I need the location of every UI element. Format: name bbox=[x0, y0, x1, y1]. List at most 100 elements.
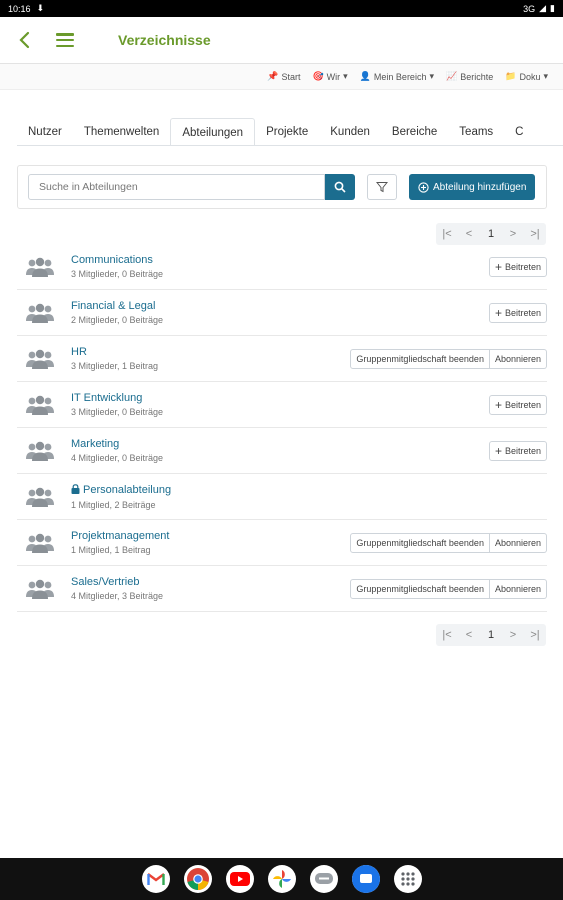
search-panel: Suche in Abteilungen Abteilung hinzufüge… bbox=[17, 165, 547, 209]
join-button[interactable]: + Beitreten bbox=[488, 394, 547, 415]
join-button[interactable]: + Beitreten bbox=[488, 256, 547, 277]
topnav-item[interactable]: 📌 Start bbox=[267, 71, 300, 82]
notification-icon: ⬇ bbox=[36, 3, 45, 13]
department-name: Projektmanagement bbox=[71, 530, 170, 542]
subscribe-button[interactable]: Abonnieren bbox=[489, 532, 547, 553]
plus-icon: + bbox=[494, 259, 502, 274]
department-link[interactable]: Personalabteilung bbox=[71, 483, 171, 497]
last-page-button[interactable]: >| bbox=[524, 223, 546, 245]
group-icon bbox=[25, 394, 55, 416]
page-title: Verzeichnisse bbox=[118, 32, 211, 48]
list-item: HR 3 Mitglieder, 1 Beitrag Gruppenmitglied… bbox=[17, 336, 547, 382]
next-page-button[interactable]: > bbox=[502, 223, 524, 245]
topnav-item[interactable]: 📈 Berichte bbox=[446, 71, 493, 82]
tab-bereiche[interactable]: Bereiche bbox=[381, 118, 448, 145]
department-meta: 2 Mitglieder, 0 Beiträge bbox=[71, 315, 164, 325]
clock: 10:16 bbox=[8, 3, 31, 14]
current-page[interactable]: 1 bbox=[480, 624, 502, 646]
join-button[interactable]: + Beitreten bbox=[488, 302, 547, 323]
chat-icon[interactable] bbox=[351, 865, 380, 893]
youtube-icon[interactable] bbox=[225, 865, 254, 893]
department-info: Personalabteilung 1 Mitglied, 2 Beiträge bbox=[71, 483, 171, 510]
hamburger-menu-icon[interactable] bbox=[56, 33, 74, 47]
department-link[interactable]: HR bbox=[71, 346, 158, 358]
leave-group-button[interactable]: Gruppenmitgliedschaft beenden bbox=[350, 578, 490, 599]
department-meta: 3 Mitglieder, 0 Beiträge bbox=[71, 407, 164, 417]
plus-circle-icon bbox=[418, 181, 429, 193]
department-name: Communications bbox=[71, 254, 153, 266]
signal-icon: ◢ bbox=[539, 3, 547, 13]
department-name: Financial & Legal bbox=[71, 300, 156, 312]
prev-page-button[interactable]: < bbox=[458, 624, 480, 646]
department-link[interactable]: Communications bbox=[71, 254, 163, 266]
search-input[interactable]: Suche in Abteilungen bbox=[28, 174, 325, 200]
group-icon bbox=[25, 302, 55, 324]
group-icon bbox=[25, 532, 55, 554]
department-info: HR 3 Mitglieder, 1 Beitrag bbox=[71, 346, 158, 371]
tab-projekte[interactable]: Projekte bbox=[255, 118, 319, 145]
department-link[interactable]: IT Entwicklung bbox=[71, 392, 163, 404]
department-meta: 3 Mitglieder, 0 Beiträge bbox=[71, 269, 164, 279]
department-info: Marketing 4 Mitglieder, 0 Beiträge bbox=[71, 438, 163, 463]
gmail-icon[interactable] bbox=[141, 865, 170, 893]
search-icon bbox=[334, 181, 346, 193]
tab-c[interactable]: C bbox=[504, 118, 534, 145]
department-link[interactable]: Projektmanagement bbox=[71, 530, 169, 542]
tab-kunden[interactable]: Kunden bbox=[319, 118, 381, 145]
department-list: Communications 3 Mitglieder, 0 Beiträge + B… bbox=[17, 244, 547, 612]
apps-icon[interactable] bbox=[393, 865, 422, 893]
list-item: Financial & Legal 2 Mitglieder, 0 Beiträg… bbox=[17, 290, 547, 336]
department-name: Marketing bbox=[71, 438, 120, 450]
list-item: IT Entwicklung 3 Mitglieder, 0 Beiträge + B… bbox=[17, 382, 547, 428]
row-actions: Gruppenmitgliedschaft beenden Abonnieren bbox=[350, 532, 547, 553]
last-page-button[interactable]: >| bbox=[524, 624, 546, 646]
join-button[interactable]: + Beitreten bbox=[488, 440, 547, 461]
leave-group-button[interactable]: Gruppenmitgliedschaft beenden bbox=[350, 532, 490, 553]
add-department-button[interactable]: Abteilung hinzufügen bbox=[409, 174, 536, 200]
filter-button[interactable] bbox=[367, 174, 397, 200]
tab-teams[interactable]: Teams bbox=[448, 118, 504, 145]
leave-group-button[interactable]: Gruppenmitgliedschaft beenden bbox=[350, 348, 490, 369]
department-link[interactable]: Financial & Legal bbox=[71, 300, 163, 312]
first-page-button[interactable]: |< bbox=[436, 223, 458, 245]
photos-icon[interactable] bbox=[267, 865, 296, 893]
pin-icon: 📌 bbox=[267, 71, 279, 81]
network-label: 3G bbox=[523, 3, 536, 14]
filter-icon bbox=[376, 182, 388, 193]
tab-abteilungen[interactable]: Abteilungen bbox=[170, 118, 256, 145]
list-item: Marketing 4 Mitglieder, 0 Beiträge + Beitre… bbox=[17, 428, 547, 474]
current-page[interactable]: 1 bbox=[480, 223, 502, 245]
department-link[interactable]: Marketing bbox=[71, 438, 163, 450]
next-page-button[interactable]: > bbox=[502, 624, 524, 646]
department-info: Communications 3 Mitglieder, 0 Beiträge bbox=[71, 254, 163, 279]
list-item: Projektmanagement 1 Mitglied, 1 Beitrag Gr… bbox=[17, 520, 547, 566]
subscribe-button[interactable]: Abonnieren bbox=[489, 348, 547, 369]
messages-icon[interactable] bbox=[309, 865, 338, 893]
tab-nutzer[interactable]: Nutzer bbox=[17, 118, 73, 145]
first-page-button[interactable]: |< bbox=[436, 624, 458, 646]
plus-icon: + bbox=[494, 443, 502, 458]
topnav-item[interactable]: 👤 Mein Bereich ▾ bbox=[360, 71, 434, 82]
add-department-label: Abteilung hinzufügen bbox=[433, 181, 527, 193]
status-bar: 10:16 ⬇ 3G ◢ ▮ bbox=[0, 0, 563, 17]
topnav-label: Mein Bereich bbox=[373, 71, 427, 82]
back-icon[interactable] bbox=[18, 30, 34, 50]
row-actions: Gruppenmitgliedschaft beenden Abonnieren bbox=[350, 578, 547, 599]
tab-themenwelten[interactable]: Themenwelten bbox=[73, 118, 170, 145]
caret-down-icon: ▾ bbox=[343, 71, 348, 81]
chart-icon: 📈 bbox=[445, 71, 458, 81]
group-icon bbox=[25, 440, 55, 462]
topnav-label: Doku bbox=[519, 71, 541, 82]
subscribe-button[interactable]: Abonnieren bbox=[489, 578, 547, 599]
topnav-item[interactable]: 📁 Doku ▾ bbox=[505, 71, 548, 82]
department-name: Sales/Vertrieb bbox=[71, 576, 140, 588]
topnav-label: Wir bbox=[326, 71, 341, 82]
prev-page-button[interactable]: < bbox=[458, 223, 480, 245]
chrome-icon[interactable] bbox=[183, 865, 212, 893]
search-button[interactable] bbox=[325, 174, 355, 200]
battery-icon: ▮ bbox=[550, 3, 555, 13]
group-icon bbox=[25, 486, 55, 508]
department-info: Financial & Legal 2 Mitglieder, 0 Beiträg… bbox=[71, 300, 163, 325]
department-link[interactable]: Sales/Vertrieb bbox=[71, 576, 163, 588]
topnav-item[interactable]: 🎯 Wir ▾ bbox=[312, 71, 347, 82]
